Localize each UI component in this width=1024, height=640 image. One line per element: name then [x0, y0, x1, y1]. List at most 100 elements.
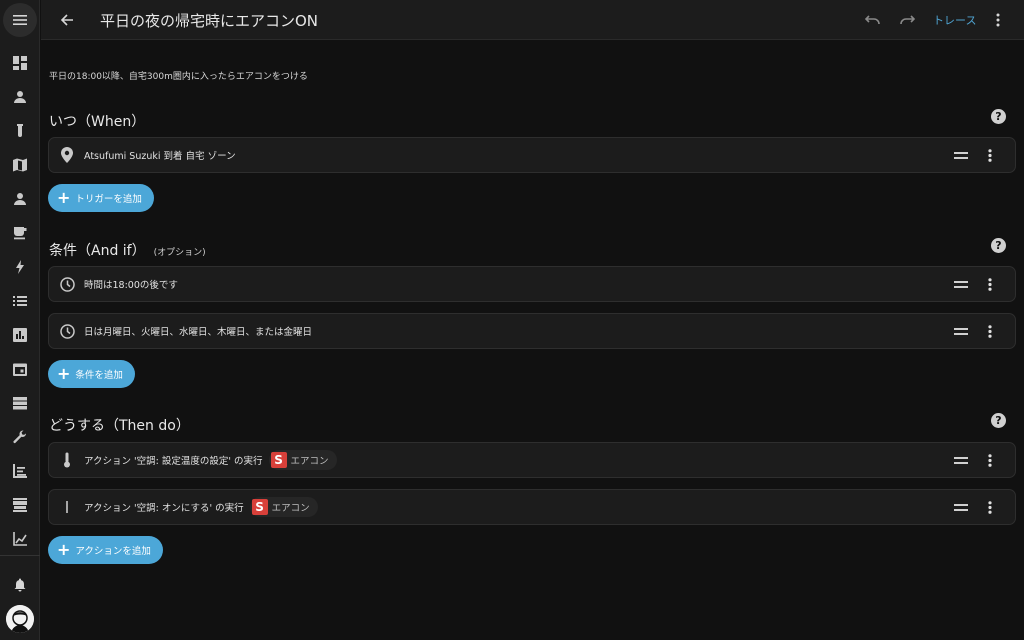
sidebar-item-person-2[interactable]: [10, 189, 30, 209]
store-icon: [13, 498, 27, 512]
plus-icon: +: [57, 540, 71, 559]
entity-chip-label: エアコン: [271, 503, 310, 514]
optional-label: (オプション): [153, 248, 206, 258]
sidebar-item-overview[interactable]: [10, 53, 30, 73]
thermometer-icon: [59, 452, 75, 468]
dots-vertical-icon: [988, 500, 992, 514]
entity-chip[interactable]: S エアコン: [268, 450, 337, 470]
condition-text: 日は月曜日、火曜日、水曜日、木曜日、または金曜日: [84, 327, 313, 338]
sidebar-item-history[interactable]: [10, 325, 30, 345]
dots-vertical-icon: [996, 13, 1000, 27]
add-condition-label: 条件を追加: [75, 370, 123, 381]
sidebar-divider: [0, 555, 40, 556]
overflow-menu-button[interactable]: [986, 8, 1010, 32]
section-title-then-do: どうする（Then do）: [49, 418, 190, 434]
bell-icon: [14, 578, 26, 592]
trace-button[interactable]: トレース: [933, 12, 976, 28]
plus-icon: +: [57, 188, 71, 207]
redo-button[interactable]: [895, 8, 919, 32]
test-tube-icon: [17, 124, 23, 137]
person-icon: [14, 91, 26, 103]
help-icon[interactable]: ?: [991, 109, 1006, 124]
trigger-text: Atsufumi Suzuki 到着 自宅 ゾーン: [84, 151, 236, 162]
add-trigger-label: トリガーを追加: [75, 194, 142, 205]
action-text-row: アクション '空調: 設定温度の設定' の実行 S エアコン: [84, 450, 337, 470]
card-menu-button[interactable]: [981, 146, 999, 164]
sidebar-item-server[interactable]: [10, 393, 30, 413]
entity-chip-label: エアコン: [290, 456, 329, 467]
person-icon: [14, 193, 26, 205]
top-app-bar: 平日の夜の帰宅時にエアコンON トレース: [41, 0, 1024, 40]
action-text: アクション '空調: オンにする' の実行: [84, 503, 244, 514]
page-title: 平日の夜の帰宅時にエアコンON: [100, 12, 319, 30]
sidebar-item-logbook[interactable]: [10, 461, 30, 481]
calendar-icon: [13, 363, 27, 376]
menu-icon: [13, 15, 27, 25]
sidebar-item-energy[interactable]: [10, 257, 30, 277]
sidebar-item-person[interactable]: [10, 87, 30, 107]
sidebar-item-calendar[interactable]: [10, 359, 30, 379]
user-avatar-icon: [6, 605, 34, 633]
action-text-row: アクション '空調: オンにする' の実行 S エアコン: [84, 497, 318, 517]
sidebar-item-test-tube[interactable]: [10, 121, 30, 141]
entity-chip[interactable]: S エアコン: [249, 497, 318, 517]
power-icon: [59, 499, 75, 515]
switchbot-icon: S: [270, 452, 287, 468]
card-menu-button[interactable]: [981, 498, 999, 516]
server-icon: [13, 397, 27, 410]
sidebar-item-map[interactable]: [10, 155, 30, 175]
card-menu-button[interactable]: [981, 322, 999, 340]
clock-icon: [59, 323, 75, 339]
map-icon: [13, 158, 27, 172]
menu-button[interactable]: [3, 3, 37, 37]
back-button[interactable]: [55, 8, 79, 32]
drag-handle-icon[interactable]: [954, 152, 968, 160]
section-title-and-if-text: 条件（And if）: [49, 243, 146, 259]
logbook-icon: [13, 464, 27, 478]
undo-icon: [865, 15, 880, 25]
dots-vertical-icon: [988, 148, 992, 162]
add-condition-button[interactable]: + 条件を追加: [48, 360, 135, 388]
dots-vertical-icon: [988, 277, 992, 291]
condition-card[interactable]: 日は月曜日、火曜日、水曜日、木曜日、または金曜日: [48, 313, 1016, 349]
drag-handle-icon[interactable]: [954, 504, 968, 512]
avatar[interactable]: [6, 605, 34, 633]
section-title-and-if: 条件（And if） (オプション): [49, 240, 206, 260]
card-menu-button[interactable]: [981, 275, 999, 293]
sidebar-item-list[interactable]: [10, 291, 30, 311]
section-title-when: いつ（When）: [49, 114, 146, 130]
redo-icon: [900, 15, 915, 25]
card-menu-button[interactable]: [981, 451, 999, 469]
condition-card[interactable]: 時間は18:00の後です: [48, 266, 1016, 302]
help-icon[interactable]: ?: [991, 238, 1006, 253]
action-card[interactable]: アクション '空調: オンにする' の実行 S エアコン: [48, 489, 1016, 525]
dots-vertical-icon: [988, 453, 992, 467]
plus-icon: +: [57, 364, 71, 383]
drag-handle-icon[interactable]: [954, 328, 968, 336]
sidebar-item-hacs[interactable]: [10, 495, 30, 515]
sidebar-item-energy-graph[interactable]: [10, 529, 30, 549]
coffee-icon: [14, 227, 27, 240]
drag-handle-icon[interactable]: [954, 457, 968, 465]
add-trigger-button[interactable]: + トリガーを追加: [48, 184, 154, 212]
help-icon[interactable]: ?: [991, 413, 1006, 428]
wrench-icon: [13, 430, 26, 444]
switchbot-icon: S: [251, 499, 268, 515]
drag-handle-icon[interactable]: [954, 281, 968, 289]
add-action-button[interactable]: + アクションを追加: [48, 536, 163, 564]
list-icon: [13, 296, 27, 306]
sidebar-item-coffee[interactable]: [10, 223, 30, 243]
clock-icon: [59, 276, 75, 292]
dashboard-icon: [13, 56, 27, 70]
automation-description: 平日の18:00以降、自宅300m圏内に入ったらエアコンをつける: [49, 72, 308, 82]
action-card[interactable]: アクション '空調: 設定温度の設定' の実行 S エアコン: [48, 442, 1016, 478]
undo-button[interactable]: [861, 8, 885, 32]
sidebar-item-developer-tools[interactable]: [10, 427, 30, 447]
chart-box-icon: [13, 328, 27, 342]
trigger-card[interactable]: Atsufumi Suzuki 到着 自宅 ゾーン: [48, 137, 1016, 173]
dots-vertical-icon: [988, 324, 992, 338]
lightning-icon: [16, 260, 24, 274]
action-text: アクション '空調: 設定温度の設定' の実行: [84, 456, 263, 467]
sidebar-item-notifications[interactable]: [10, 575, 30, 595]
condition-text: 時間は18:00の後です: [84, 280, 178, 291]
